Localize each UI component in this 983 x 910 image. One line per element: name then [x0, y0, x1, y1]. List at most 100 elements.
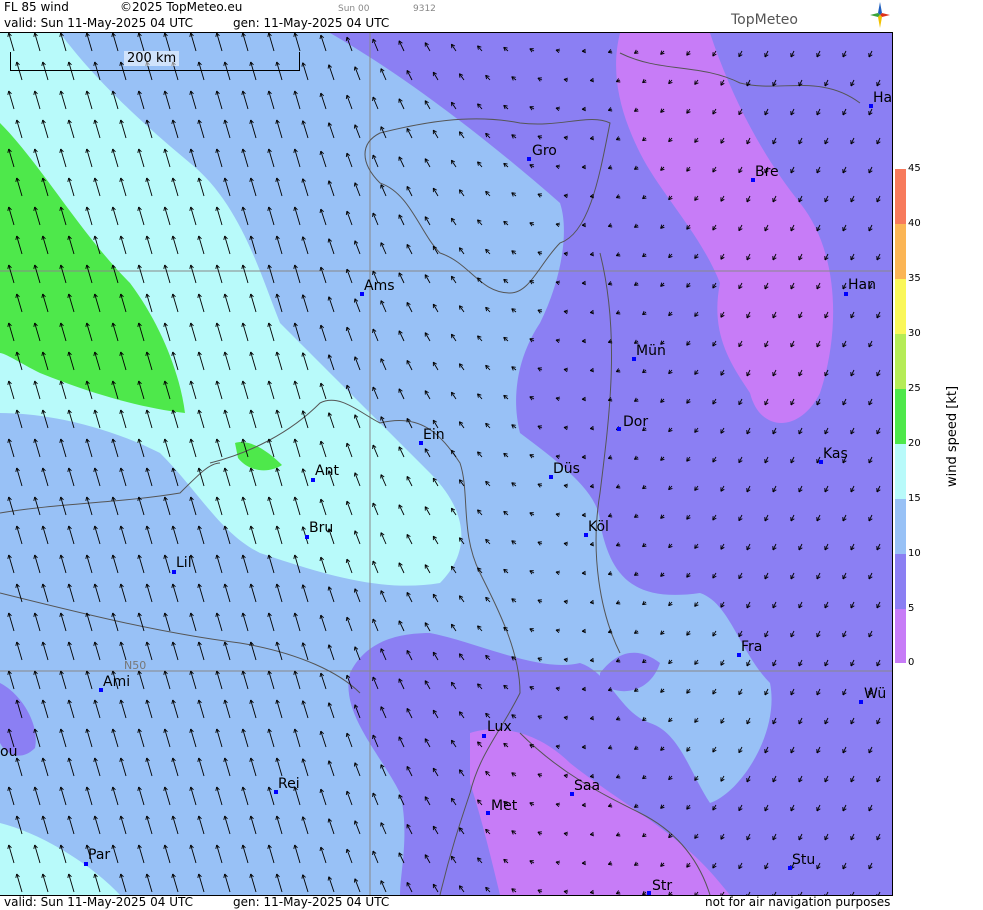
- colorbar-tick: 45: [908, 163, 921, 174]
- city-lil[interactable]: Lil: [176, 555, 192, 571]
- wind-arrow-head: [695, 429, 696, 433]
- wind-arrow-head: [512, 193, 516, 194]
- city-rei[interactable]: Rei: [278, 776, 300, 792]
- wind-arrow-head: [354, 183, 355, 187]
- wind-arrow-head: [695, 197, 696, 201]
- city-kas[interactable]: Kas: [823, 446, 848, 462]
- city-ou[interactable]: ou: [0, 744, 17, 760]
- city-muen[interactable]: Mün: [636, 343, 666, 359]
- city-met[interactable]: Met: [491, 798, 517, 814]
- wind-arrow-head: [695, 777, 696, 781]
- wind-arrow-head: [608, 168, 612, 169]
- wind-arrow-head: [687, 863, 688, 867]
- city-bru[interactable]: Bru: [309, 520, 333, 536]
- city-lux[interactable]: Lux: [487, 719, 512, 735]
- colorbar-tick: 15: [908, 493, 921, 504]
- city-koel[interactable]: Köl: [588, 519, 609, 535]
- code-label: 9312: [413, 4, 436, 14]
- wind-arrow-head: [512, 657, 516, 658]
- wind-arrow-head: [695, 139, 696, 143]
- city-han[interactable]: Han: [848, 277, 876, 293]
- footer-bar: valid: Sun 11-May-2025 04 UTC gen: 11-Ma…: [0, 895, 893, 910]
- wind-arrow-head: [687, 51, 688, 55]
- city-dot: [527, 157, 531, 161]
- wind-arrow-head: [512, 77, 516, 78]
- footer-valid-time: valid: Sun 11-May-2025 04 UTC: [4, 896, 193, 909]
- colorbar-30-35: [895, 279, 906, 334]
- wind-arrow-head: [608, 574, 612, 575]
- wind-speed-colorbar: [895, 169, 906, 663]
- run-label: Sun 00: [338, 4, 369, 14]
- colorbar-35-40: [895, 224, 906, 279]
- wind-arrow-head: [354, 125, 355, 129]
- wind-arrow-head: [687, 689, 688, 693]
- colorbar-tick: 0: [908, 657, 914, 668]
- wind-arrow-head: [608, 864, 612, 865]
- wind-arrow-head: [354, 705, 355, 709]
- wind-arrow-head: [687, 573, 688, 577]
- wind-arrow-head: [354, 879, 355, 883]
- wind-arrow-head: [608, 690, 612, 691]
- colorbar-title: wind speed [kt]: [945, 386, 960, 487]
- wind-arrow-head: [354, 415, 355, 419]
- city-stu[interactable]: Stu: [792, 852, 815, 868]
- wind-arrow-head: [695, 313, 696, 317]
- city-dot: [482, 734, 486, 738]
- wind-arrow-head: [354, 647, 355, 651]
- wind-arrow-head: [512, 599, 516, 600]
- wind-arrow-head: [608, 52, 612, 53]
- wind-speed-field: [0, 33, 892, 895]
- wind-arrow-head: [346, 153, 347, 157]
- city-ami[interactable]: Ami: [103, 674, 130, 690]
- wind-arrow-head: [512, 715, 516, 716]
- wind-arrow-head: [354, 473, 355, 477]
- wind-arrow-head: [608, 110, 612, 111]
- wind-arrow-head: [608, 458, 612, 459]
- colorbar-0-5: [895, 609, 906, 663]
- topmeteo-logo[interactable]: TopMeteo: [731, 12, 798, 28]
- city-fra[interactable]: Fra: [741, 639, 762, 655]
- wind-arrow-head: [354, 589, 355, 593]
- city-par[interactable]: Par: [88, 847, 110, 863]
- wind-arrow-head: [354, 241, 355, 245]
- wind-arrow-head: [687, 747, 688, 751]
- wind-arrow-head: [687, 341, 688, 345]
- city-bre[interactable]: Bre: [755, 164, 779, 180]
- wind-arrow-head: [346, 617, 347, 621]
- wind-arrow-head: [695, 487, 696, 491]
- city-saa[interactable]: Saa: [574, 778, 600, 794]
- wind-arrow-head: [346, 37, 347, 41]
- city-dues[interactable]: Düs: [553, 461, 580, 477]
- wind-arrow-head: [346, 385, 347, 389]
- city-dor[interactable]: Dor: [623, 414, 648, 430]
- wind-arrow-head: [346, 733, 347, 737]
- wind-arrow-head: [608, 342, 612, 343]
- wind-arrow-head: [695, 719, 696, 723]
- city-gro[interactable]: Gro: [532, 143, 557, 159]
- wind-map[interactable]: [0, 33, 893, 895]
- city-wue[interactable]: Wü: [864, 686, 886, 702]
- wind-arrow-head: [608, 226, 612, 227]
- wind-arrow-head: [687, 631, 688, 635]
- colorbar-tick: 25: [908, 383, 921, 394]
- wind-arrow-head: [608, 748, 612, 749]
- wind-arrow-head: [695, 661, 696, 665]
- disclaimer: not for air navigation purposes: [705, 896, 890, 909]
- city-str[interactable]: Str: [652, 878, 672, 894]
- colorbar-tick: 10: [908, 548, 921, 559]
- valid-time: valid: Sun 11-May-2025 04 UTC: [4, 16, 193, 30]
- city-ant[interactable]: Ant: [315, 463, 339, 479]
- city-ha[interactable]: Ha: [873, 90, 892, 106]
- wind-arrow-head: [608, 284, 612, 285]
- colorbar-10-15: [895, 499, 906, 554]
- city-ein[interactable]: Ein: [423, 427, 445, 443]
- city-dot: [859, 700, 863, 704]
- colorbar-20-25: [895, 389, 906, 444]
- header-bar: FL 85 wind ©2025 TopMeteo.eu Sun 00 9312…: [0, 0, 893, 33]
- wind-arrow-head: [512, 309, 516, 310]
- latitude-label-n50: N50: [124, 659, 146, 672]
- colorbar-tick: 35: [908, 273, 921, 284]
- colorbar-40-45: [895, 169, 906, 224]
- city-ams[interactable]: Ams: [364, 278, 395, 294]
- product-title: FL 85 wind: [4, 0, 69, 14]
